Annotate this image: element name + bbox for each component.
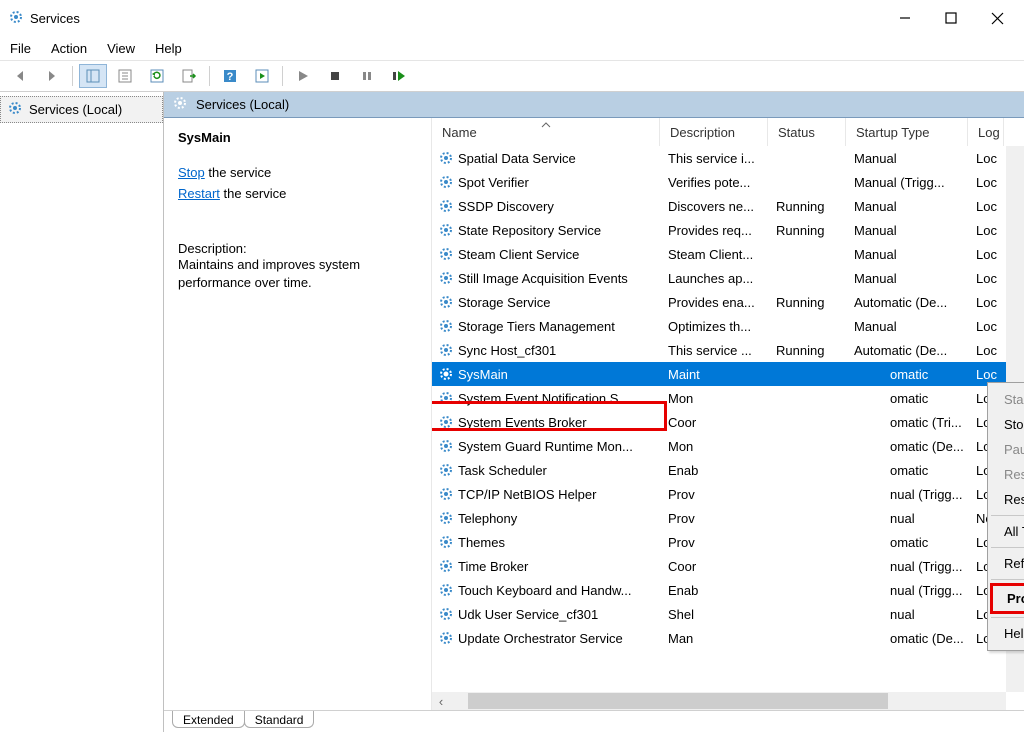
column-logon[interactable]: Log xyxy=(968,118,1004,146)
service-row[interactable]: Update Orchestrator ServiceManomatic (De… xyxy=(432,626,1024,650)
header-bar: Services (Local) xyxy=(164,92,1024,118)
menu-file[interactable]: File xyxy=(10,41,31,56)
context-menu-item[interactable]: Refresh xyxy=(990,551,1024,576)
service-row[interactable]: ThemesProvomaticLoc xyxy=(432,530,1024,554)
service-row[interactable]: Time BrokerCoornual (Trigg...Loc xyxy=(432,554,1024,578)
service-row[interactable]: Touch Keyboard and Handw...Enabnual (Tri… xyxy=(432,578,1024,602)
sidebar-label: Services (Local) xyxy=(29,102,122,117)
info-pane: SysMain Stop the service Restart the ser… xyxy=(164,118,432,710)
list-columns-header: Name Description Status Startup Type Log xyxy=(432,118,1024,146)
context-menu-item: Resume xyxy=(990,462,1024,487)
toolbar: ? xyxy=(0,60,1024,92)
description-label: Description: xyxy=(178,241,417,256)
tab-standard[interactable]: Standard xyxy=(244,711,315,728)
service-row[interactable]: SSDP DiscoveryDiscovers ne...RunningManu… xyxy=(432,194,1024,218)
context-menu-item: Pause xyxy=(990,437,1024,462)
menu-help[interactable]: Help xyxy=(155,41,182,56)
horizontal-scrollbar[interactable]: ‹ xyxy=(432,692,1006,710)
context-menu-item[interactable]: Help xyxy=(990,621,1024,646)
service-row[interactable]: Still Image Acquisition EventsLaunches a… xyxy=(432,266,1024,290)
svg-text:?: ? xyxy=(227,71,234,83)
titlebar: Services xyxy=(0,0,1024,36)
stop-link[interactable]: Stop xyxy=(178,165,205,180)
sidebar: Services (Local) xyxy=(0,92,164,732)
pause-button[interactable] xyxy=(353,64,381,88)
selected-service-title: SysMain xyxy=(178,130,417,145)
services-icon xyxy=(7,100,23,119)
stop-button[interactable] xyxy=(321,64,349,88)
maximize-button[interactable] xyxy=(928,4,974,32)
context-menu: StartStopPauseResumeRestart All Tasks› Ref… xyxy=(987,382,1024,651)
header-title: Services (Local) xyxy=(196,97,289,112)
column-status[interactable]: Status xyxy=(768,118,846,146)
service-row[interactable]: TCP/IP NetBIOS HelperProvnual (Trigg...L… xyxy=(432,482,1024,506)
context-menu-item[interactable]: Restart xyxy=(990,487,1024,512)
restart-link[interactable]: Restart xyxy=(178,186,220,201)
service-row[interactable]: Sync Host_cf301This service ...RunningAu… xyxy=(432,338,1024,362)
service-row[interactable]: Storage ServiceProvides ena...RunningAut… xyxy=(432,290,1024,314)
service-row[interactable]: Spatial Data ServiceThis service i...Man… xyxy=(432,146,1024,170)
export-button[interactable] xyxy=(175,64,203,88)
service-row[interactable]: System Guard Runtime Mon...Monomatic (De… xyxy=(432,434,1024,458)
close-button[interactable] xyxy=(974,4,1020,32)
column-name[interactable]: Name xyxy=(432,118,660,146)
back-button[interactable] xyxy=(6,64,34,88)
column-description[interactable]: Description xyxy=(660,118,768,146)
services-icon xyxy=(172,95,188,114)
context-menu-item[interactable]: Properties xyxy=(990,583,1024,614)
help-button[interactable]: ? xyxy=(216,64,244,88)
action-button[interactable] xyxy=(248,64,276,88)
service-row[interactable]: Spot VerifierVerifies pote...Manual (Tri… xyxy=(432,170,1024,194)
view-tabs: Extended Standard xyxy=(164,710,1024,732)
forward-button[interactable] xyxy=(38,64,66,88)
service-row[interactable]: SysMainMaintomaticLoc xyxy=(432,362,1024,386)
restart-button[interactable] xyxy=(385,64,413,88)
menubar: File Action View Help xyxy=(0,36,1024,60)
minimize-button[interactable] xyxy=(882,4,928,32)
service-row[interactable]: Steam Client ServiceSteam Client...Manua… xyxy=(432,242,1024,266)
service-row[interactable]: System Events BrokerCooromatic (Tri...Lo… xyxy=(432,410,1024,434)
sidebar-item-services-local[interactable]: Services (Local) xyxy=(0,96,163,123)
play-button[interactable] xyxy=(289,64,317,88)
tab-extended[interactable]: Extended xyxy=(172,711,245,728)
service-list: Name Description Status Startup Type Log… xyxy=(432,118,1024,710)
service-row[interactable]: State Repository ServiceProvides req...R… xyxy=(432,218,1024,242)
properties-button[interactable] xyxy=(111,64,139,88)
services-icon xyxy=(8,9,24,28)
description-text: Maintains and improves system performanc… xyxy=(178,256,417,294)
sort-asc-icon xyxy=(541,116,551,131)
menu-action[interactable]: Action xyxy=(51,41,87,56)
column-startup[interactable]: Startup Type xyxy=(846,118,968,146)
service-row[interactable]: TelephonyProvnualNet xyxy=(432,506,1024,530)
context-menu-item: Start xyxy=(990,387,1024,412)
window-title: Services xyxy=(30,11,882,26)
service-row[interactable]: Task SchedulerEnabomaticLoc xyxy=(432,458,1024,482)
refresh-button[interactable] xyxy=(143,64,171,88)
menu-view[interactable]: View xyxy=(107,41,135,56)
show-hide-tree-button[interactable] xyxy=(79,64,107,88)
hscroll-left-icon[interactable]: ‹ xyxy=(432,694,450,709)
context-menu-item[interactable]: All Tasks› xyxy=(990,519,1024,544)
horizontal-scroll-thumb[interactable] xyxy=(468,693,888,709)
service-row[interactable]: Storage Tiers ManagementOptimizes th...M… xyxy=(432,314,1024,338)
context-menu-item[interactable]: Stop xyxy=(990,412,1024,437)
service-row[interactable]: System Event Notification S...MonomaticL… xyxy=(432,386,1024,410)
service-row[interactable]: Udk User Service_cf301ShelnualLoc xyxy=(432,602,1024,626)
